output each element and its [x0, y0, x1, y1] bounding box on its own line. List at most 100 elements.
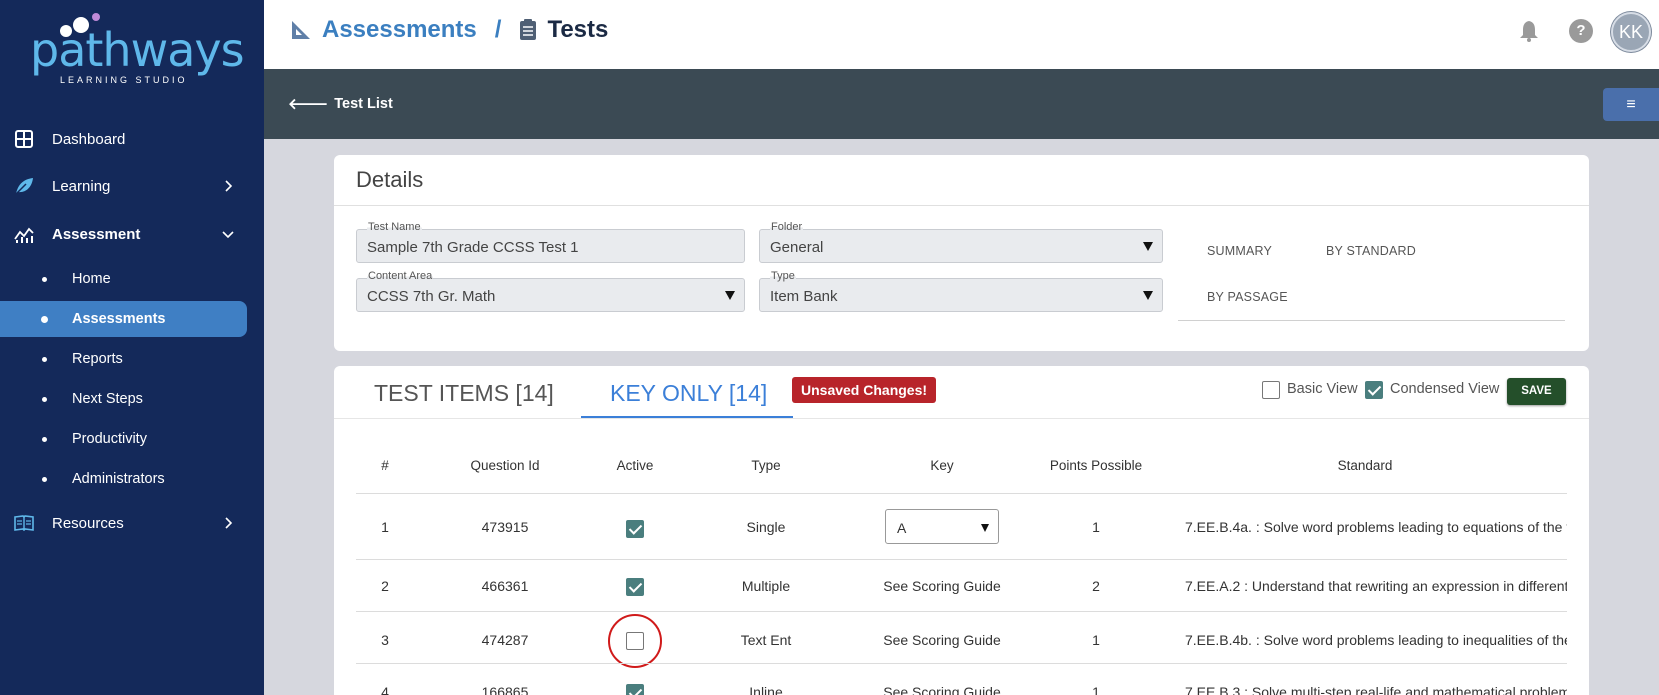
help-icon[interactable]: ?	[1569, 19, 1593, 43]
content-area-value: CCSS 7th Gr. Math	[367, 288, 496, 305]
sidebar-subitem-label: Administrators	[72, 471, 165, 487]
type-select[interactable]: Type Item Bank	[759, 270, 1163, 312]
sidebar-item-assessment[interactable]: Assessment	[0, 216, 264, 252]
cell-standard: 7.EE.A.2 : Understand that rewriting an …	[1185, 578, 1567, 594]
sidebar-subitem-assessments[interactable]: Assessments	[0, 301, 247, 337]
key-select-value: A	[897, 520, 907, 536]
basic-view-label[interactable]: Basic View	[1287, 381, 1358, 397]
type-label: Type	[770, 270, 796, 282]
condensed-view-label[interactable]: Condensed View	[1390, 381, 1499, 397]
sidebar-subitem-label: Assessments	[72, 311, 166, 327]
sidebar-subitem-administrators[interactable]: Administrators	[0, 461, 264, 497]
ruler-triangle-icon	[292, 21, 310, 39]
cell-points: 1	[1092, 519, 1100, 535]
details-card: Details Test Name Sample 7th Grade CCSS …	[334, 155, 1589, 351]
table-row: 2 466361 Multiple See Scoring Guide 2 7.…	[356, 560, 1567, 612]
leaf-icon	[15, 178, 33, 195]
chart-icon	[14, 227, 34, 243]
cell-standard: 7.EE.B.3 : Solve multi-step real-life an…	[1185, 684, 1567, 695]
toolbar: 🡐 Test List ≡	[264, 69, 1659, 139]
cell-type: Single	[746, 519, 786, 535]
sidebar-subitem-next-steps[interactable]: Next Steps	[0, 381, 264, 417]
breadcrumb-assessments[interactable]: Assessments	[322, 16, 477, 44]
cell-points: 1	[1092, 632, 1100, 648]
chevron-down-icon	[222, 231, 234, 239]
details-title: Details	[356, 167, 424, 192]
test-name-field[interactable]: Test Name Sample 7th Grade CCSS Test 1	[356, 221, 745, 263]
caret-down-icon	[1143, 291, 1153, 300]
arrow-left-icon: 🡐	[288, 96, 329, 113]
cell-number: 3	[381, 632, 389, 648]
tab-by-passage[interactable]: BY PASSAGE	[1207, 290, 1288, 304]
content-area-select[interactable]: Content Area CCSS 7th Gr. Math	[356, 270, 745, 312]
col-header-type: Type	[751, 458, 781, 473]
active-checkbox[interactable]	[626, 578, 644, 596]
sidebar-item-label: Assessment	[52, 225, 141, 243]
sidebar-subitem-reports[interactable]: Reports	[0, 341, 264, 377]
test-list-label: Test List	[334, 95, 393, 112]
col-header-active: Active	[616, 458, 654, 473]
avatar[interactable]: KK	[1611, 12, 1651, 52]
sidebar-subitem-label: Productivity	[72, 431, 147, 447]
bullet-icon	[41, 315, 48, 323]
sidebar-item-dashboard[interactable]: Dashboard	[0, 121, 264, 157]
cell-points: 2	[1092, 578, 1100, 594]
sidebar: pathways LEARNING STUDIO Dashboard Learn…	[0, 0, 264, 695]
condensed-view-checkbox[interactable]	[1365, 381, 1383, 399]
tab-test-items[interactable]: TEST ITEMS [14]	[374, 380, 554, 407]
bullet-icon	[42, 476, 47, 482]
book-icon	[14, 515, 34, 532]
grid-icon	[15, 130, 33, 148]
bullet-icon	[42, 276, 47, 282]
cell-number: 4	[381, 684, 389, 695]
tab-by-standard[interactable]: BY STANDARD	[1326, 244, 1416, 258]
test-name-label: Test Name	[367, 221, 422, 233]
sidebar-item-label: Resources	[52, 514, 124, 532]
cell-question-id: 166865	[481, 684, 529, 695]
bell-icon[interactable]	[1517, 19, 1541, 43]
unsaved-changes-badge: Unsaved Changes!	[792, 377, 937, 403]
chevron-right-icon	[225, 517, 233, 529]
breadcrumb-separator: /	[494, 16, 502, 43]
logo-word: pathways	[30, 23, 245, 77]
basic-view-checkbox[interactable]	[1262, 381, 1280, 399]
cell-question-id: 474287	[481, 632, 529, 648]
test-list-link[interactable]: 🡐 Test List	[288, 94, 393, 114]
sidebar-subitem-home[interactable]: Home	[0, 261, 264, 297]
divider	[334, 205, 1589, 206]
cell-type: Inline	[749, 684, 783, 695]
save-button[interactable]: SAVE	[1507, 378, 1566, 405]
sidebar-item-learning[interactable]: Learning	[0, 168, 264, 204]
sidebar-item-label: Dashboard	[52, 130, 126, 148]
sidebar-subitem-label: Home	[72, 271, 111, 287]
cell-number: 2	[381, 578, 389, 594]
view-tabs-divider	[1178, 320, 1565, 321]
highlight-circle	[608, 614, 662, 668]
folder-label: Folder	[770, 221, 804, 233]
logo-subtitle: LEARNING STUDIO	[60, 75, 188, 85]
folder-select[interactable]: Folder General	[759, 221, 1163, 263]
table-row: 1 473915 Single A 1 7.EE.B.4a. : Solve w…	[356, 494, 1567, 560]
col-header-question-id: Question Id	[470, 458, 540, 473]
tab-key-only[interactable]: KEY ONLY [14]	[610, 380, 767, 407]
cell-key: See Scoring Guide	[883, 684, 1001, 695]
checklist-icon	[520, 19, 537, 40]
cell-type: Text Ent	[740, 632, 792, 648]
breadcrumb: Assessments / Tests	[290, 16, 608, 44]
divider	[334, 418, 1589, 419]
col-header-key: Key	[930, 458, 954, 473]
sidebar-item-label: Learning	[52, 177, 111, 195]
bullet-icon	[42, 436, 47, 442]
type-value: Item Bank	[770, 288, 838, 305]
tab-summary[interactable]: SUMMARY	[1207, 244, 1272, 258]
active-checkbox[interactable]	[626, 684, 644, 695]
cell-type: Multiple	[741, 578, 791, 594]
table-row: 3 474287 Text Ent See Scoring Guide 1 7.…	[356, 612, 1567, 668]
test-name-value: Sample 7th Grade CCSS Test 1	[367, 239, 579, 256]
key-select[interactable]: A	[885, 509, 999, 544]
sidebar-item-resources[interactable]: Resources	[0, 505, 264, 541]
sidebar-subitem-productivity[interactable]: Productivity	[0, 421, 264, 457]
menu-button[interactable]: ≡	[1603, 88, 1659, 121]
pathways-logo[interactable]: pathways LEARNING STUDIO	[30, 10, 245, 85]
active-checkbox[interactable]	[626, 520, 644, 538]
